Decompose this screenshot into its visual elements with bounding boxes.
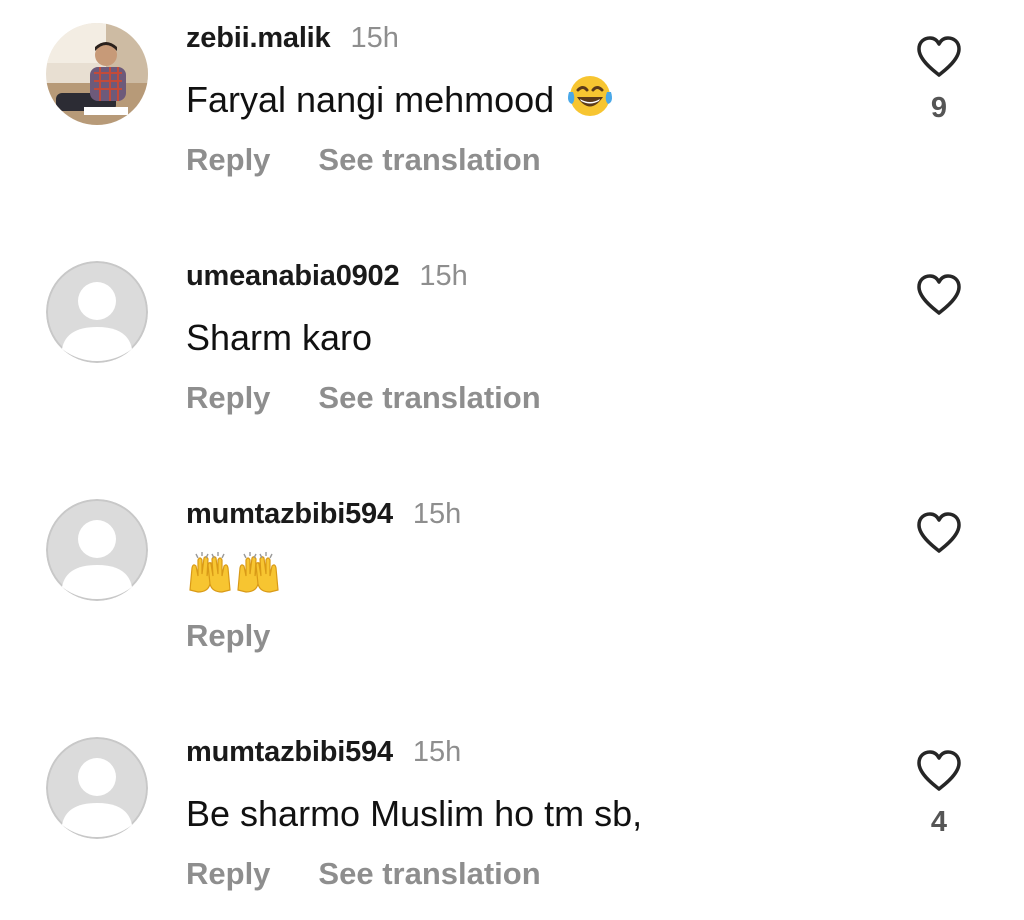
profile-photo-icon [46, 23, 148, 125]
timestamp: 15h [412, 497, 462, 530]
comment-body: Sharm karo [186, 317, 373, 358]
like-count[interactable]: 4 [915, 806, 963, 839]
comment-header: mumtazbibi594 15h [186, 494, 461, 534]
username[interactable]: mumtazbibi594 [186, 498, 393, 531]
face-with-tears-of-joy-icon [566, 74, 614, 127]
comment-actions: Reply See translation [186, 378, 541, 418]
comment-body: Faryal nangi mehmood [186, 79, 555, 120]
default-avatar-icon [46, 499, 148, 601]
like-button[interactable] [915, 35, 963, 79]
like-button[interactable] [915, 749, 963, 793]
heart-outline-icon [917, 512, 961, 553]
timestamp: 15h [350, 21, 399, 54]
heart-outline-icon [917, 36, 961, 77]
comment-header: umeanabia0902 15h [186, 256, 468, 296]
comment-text [186, 551, 282, 601]
default-avatar-icon [46, 261, 148, 363]
reply-button[interactable]: Reply [186, 856, 270, 892]
comment-text: Sharm karo [186, 313, 372, 363]
reply-button[interactable]: Reply [186, 618, 270, 654]
comment-header: mumtazbibi594 15h [186, 732, 461, 772]
see-translation-button[interactable]: See translation [318, 856, 540, 892]
user-avatar[interactable] [46, 737, 148, 839]
comment-item: mumtazbibi594 15h Reply [0, 476, 1024, 676]
username[interactable]: umeanabia0902 [186, 260, 400, 293]
username[interactable]: zebii.malik [186, 22, 331, 55]
reply-button[interactable]: Reply [186, 142, 270, 178]
user-avatar[interactable] [46, 261, 148, 363]
comment-actions: Reply See translation [186, 140, 541, 180]
comment-text: Be sharmo Muslim ho tm sb, [186, 789, 642, 839]
like-count[interactable]: 9 [915, 92, 963, 125]
raising-hands-icon [234, 550, 282, 603]
timestamp: 15h [412, 735, 462, 768]
default-avatar-icon [46, 737, 148, 839]
heart-outline-icon [917, 274, 961, 315]
reply-button[interactable]: Reply [186, 380, 270, 416]
user-avatar[interactable] [46, 23, 148, 125]
see-translation-button[interactable]: See translation [318, 380, 540, 416]
comment-header: zebii.malik 15h [186, 18, 399, 58]
see-translation-button[interactable]: See translation [318, 142, 540, 178]
comment-actions: Reply See translation [186, 854, 541, 894]
timestamp: 15h [419, 259, 468, 292]
comment-item: mumtazbibi594 15h Be sharmo Muslim ho tm… [0, 714, 1024, 914]
like-button[interactable] [915, 511, 963, 555]
comment-item: umeanabia0902 15h Sharm karo Reply See t… [0, 238, 1024, 438]
username[interactable]: mumtazbibi594 [186, 736, 393, 769]
comment-text: Faryal nangi mehmood [186, 75, 614, 125]
heart-outline-icon [917, 750, 961, 791]
raising-hands-icon [186, 550, 234, 603]
user-avatar[interactable] [46, 499, 148, 601]
like-button[interactable] [915, 273, 963, 317]
comment-actions: Reply [186, 616, 270, 656]
comment-item: zebii.malik 15h Faryal nangi mehmood Rep… [0, 0, 1024, 200]
comment-body: Be sharmo Muslim ho tm sb, [186, 793, 643, 834]
